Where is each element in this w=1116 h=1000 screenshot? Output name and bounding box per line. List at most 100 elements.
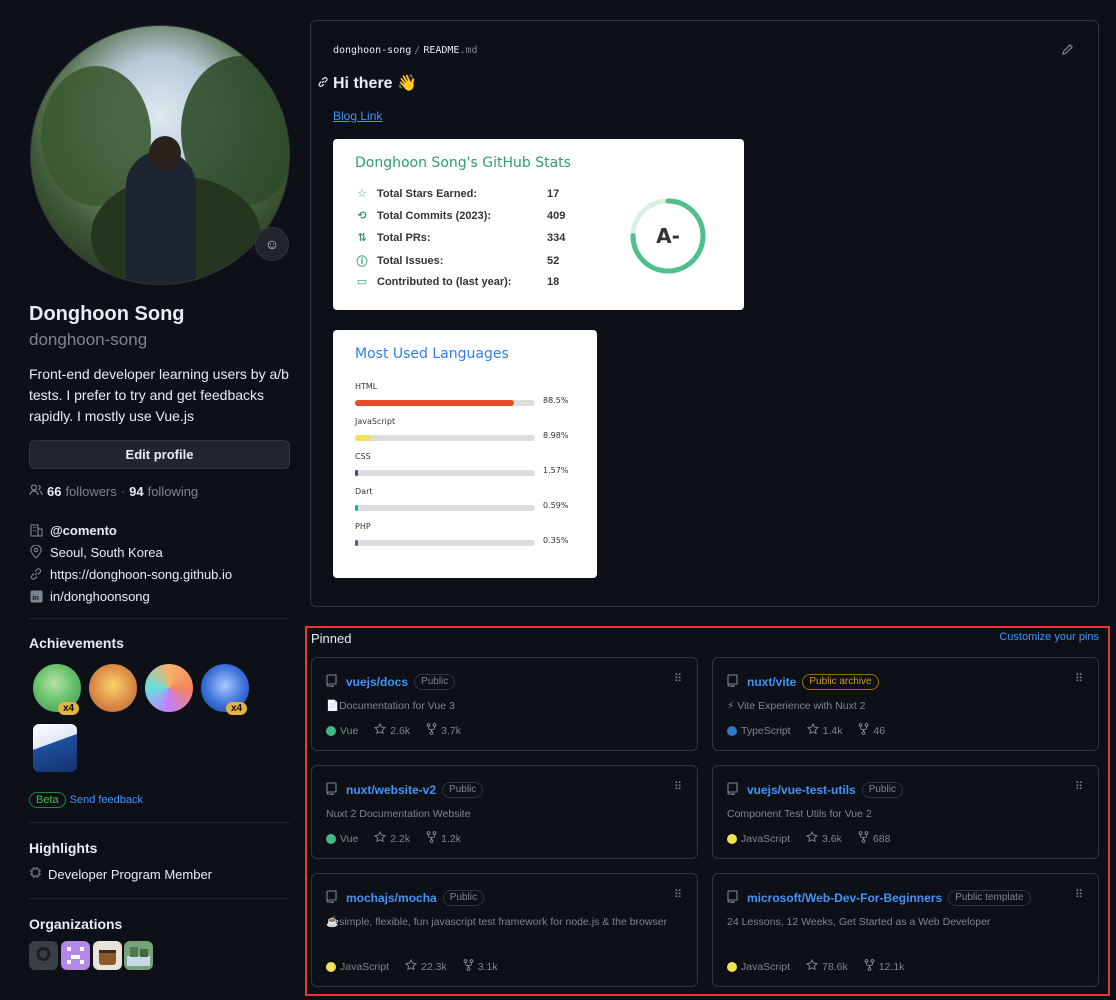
repo-stars[interactable]: 2.6k xyxy=(374,722,410,738)
pinned-repo-description: 24 Lessons, 12 Weeks, Get Started as a W… xyxy=(727,916,991,928)
followers-count[interactable]: 66 xyxy=(47,484,61,499)
company-link[interactable]: @comento xyxy=(50,523,117,538)
organization-icon xyxy=(29,523,43,537)
arctic-code-vault-icon[interactable] xyxy=(31,722,79,774)
edit-readme-icon[interactable] xyxy=(1061,43,1074,59)
org-avatar[interactable] xyxy=(29,941,58,970)
developer-program-member[interactable]: Developer Program Member xyxy=(48,867,212,882)
star-icon xyxy=(374,722,387,738)
drag-handle-icon[interactable]: ⠿ xyxy=(1075,888,1083,901)
repo-forks-count[interactable]: 46 xyxy=(873,725,885,737)
language-percent: 1.57% xyxy=(543,466,569,475)
profile-avatar[interactable] xyxy=(30,25,290,285)
readme-heading-text: Hi there 👋 xyxy=(333,75,417,92)
pinned-repo-link[interactable]: microsoft/Web-Dev-For-Beginners xyxy=(747,891,942,905)
repo-forks-count[interactable]: 3.1k xyxy=(478,961,498,973)
send-feedback-link[interactable]: Send feedback xyxy=(70,794,143,806)
profile-login: donghoon-song xyxy=(29,330,148,349)
repo-icon xyxy=(326,782,340,798)
repo-language: JavaScript xyxy=(727,961,790,973)
readme-owner[interactable]: donghoon-song xyxy=(333,45,411,56)
linkedin-link[interactable]: in/donghoonsong xyxy=(50,589,150,604)
repo-forks-count[interactable]: 1.2k xyxy=(441,833,461,845)
avatar-image xyxy=(30,25,290,285)
fork-icon xyxy=(858,831,869,846)
repo-forks[interactable]: 46 xyxy=(858,723,885,738)
blog-link[interactable]: Blog Link xyxy=(333,109,382,123)
repo-forks-count[interactable]: 688 xyxy=(873,833,891,845)
repo-stars-count[interactable]: 22.3k xyxy=(421,961,447,973)
issue-icon: ⓘ xyxy=(356,256,368,268)
repo-stars[interactable]: 22.3k xyxy=(404,958,447,974)
location-icon xyxy=(29,545,43,559)
pinned-repo-link[interactable]: mochajs/mocha xyxy=(346,891,437,905)
language-name: Dart xyxy=(355,487,373,496)
pinned-repo-meta: JavaScript 22.3k 3.1k xyxy=(326,958,514,974)
repo-icon xyxy=(727,782,741,798)
drag-handle-icon[interactable]: ⠿ xyxy=(674,780,682,793)
quickdraw-icon[interactable] xyxy=(87,662,139,714)
achievements-title: Achievements xyxy=(29,635,124,651)
followers-label[interactable]: followers xyxy=(65,484,116,499)
repo-stars[interactable]: 1.4k xyxy=(806,722,843,738)
highlight-item: Developer Program Member xyxy=(29,866,212,882)
readme-file[interactable]: README xyxy=(423,45,459,56)
pinned-repo-description: ☕️simple, flexible, fun javascript test … xyxy=(326,916,668,928)
following-count[interactable]: 94 xyxy=(129,484,143,499)
fork-icon xyxy=(426,831,437,846)
organizations-title: Organizations xyxy=(29,916,123,932)
org-avatar[interactable] xyxy=(61,941,90,970)
set-status-icon[interactable]: ☺ xyxy=(255,227,289,261)
drag-handle-icon[interactable]: ⠿ xyxy=(674,672,682,685)
repo-forks[interactable]: 3.7k xyxy=(426,723,461,738)
org-avatar[interactable] xyxy=(93,941,122,970)
repo-language: JavaScript xyxy=(326,961,389,973)
repo-icon xyxy=(727,674,741,690)
drag-handle-icon[interactable]: ⠿ xyxy=(674,888,682,901)
language-bar-track xyxy=(355,400,535,406)
repo-icon xyxy=(727,890,741,906)
repo-language: Vue xyxy=(326,725,358,737)
stat-label: Total Issues: xyxy=(377,255,444,267)
stat-row: ⓘ Total Issues: 52 xyxy=(355,253,560,269)
pinned-repo-link[interactable]: nuxt/vite xyxy=(747,675,796,689)
pinned-repo-link[interactable]: nuxt/website-v2 xyxy=(346,783,436,797)
pinned-repo-card: vuejs/vue-test-utils Public ⠿ Component Tes… xyxy=(712,765,1099,859)
repo-stars-count[interactable]: 78.6k xyxy=(822,961,848,973)
follow-stats: 66 followers · 94 following xyxy=(29,484,198,499)
website-link[interactable]: https://donghoon-song.github.io xyxy=(50,567,232,582)
grade-ring: A- xyxy=(630,198,706,274)
org-avatar[interactable] xyxy=(124,941,153,970)
repo-language-name: JavaScript xyxy=(340,960,390,973)
following-label[interactable]: following xyxy=(148,484,199,499)
linkedin-icon: in xyxy=(29,589,43,603)
visibility-badge: Public xyxy=(414,674,456,690)
repo-stars-count[interactable]: 3.6k xyxy=(822,833,842,845)
pinned-repo-link[interactable]: vuejs/docs xyxy=(346,675,408,689)
repo-stars-count[interactable]: 1.4k xyxy=(823,725,843,737)
pinned-repo-card: nuxt/website-v2 Public ⠿ Nuxt 2 Documentati… xyxy=(311,765,698,859)
repo-stars[interactable]: 2.2k xyxy=(374,830,410,846)
repo-stars[interactable]: 3.6k xyxy=(805,830,842,846)
repo-forks-count[interactable]: 12.1k xyxy=(879,961,905,973)
repo-forks[interactable]: 688 xyxy=(858,831,891,846)
customize-pins-link[interactable]: Customize your pins xyxy=(999,631,1099,643)
language-percent: 88.5% xyxy=(543,396,569,405)
repo-forks[interactable]: 1.2k xyxy=(426,831,461,846)
drag-handle-icon[interactable]: ⠿ xyxy=(1075,780,1083,793)
repo-stars-count[interactable]: 2.6k xyxy=(390,725,410,737)
yolo-icon[interactable] xyxy=(143,662,195,714)
edit-profile-button[interactable]: Edit profile xyxy=(29,440,290,469)
stat-row: ⟲ Total Commits (2023): 409 xyxy=(355,209,565,223)
repo-language-name: JavaScript xyxy=(741,960,791,973)
repo-forks[interactable]: 3.1k xyxy=(463,959,498,974)
repo-forks[interactable]: 12.1k xyxy=(864,959,905,974)
repo-forks-count[interactable]: 3.7k xyxy=(441,725,461,737)
repo-stars-count[interactable]: 2.2k xyxy=(390,833,410,845)
language-bar-track xyxy=(355,435,535,441)
repo-stars[interactable]: 78.6k xyxy=(805,958,848,974)
anchor-link-icon[interactable] xyxy=(317,76,329,91)
drag-handle-icon[interactable]: ⠿ xyxy=(1075,672,1083,685)
visibility-badge: Public xyxy=(442,782,484,798)
pinned-repo-link[interactable]: vuejs/vue-test-utils xyxy=(747,783,856,797)
